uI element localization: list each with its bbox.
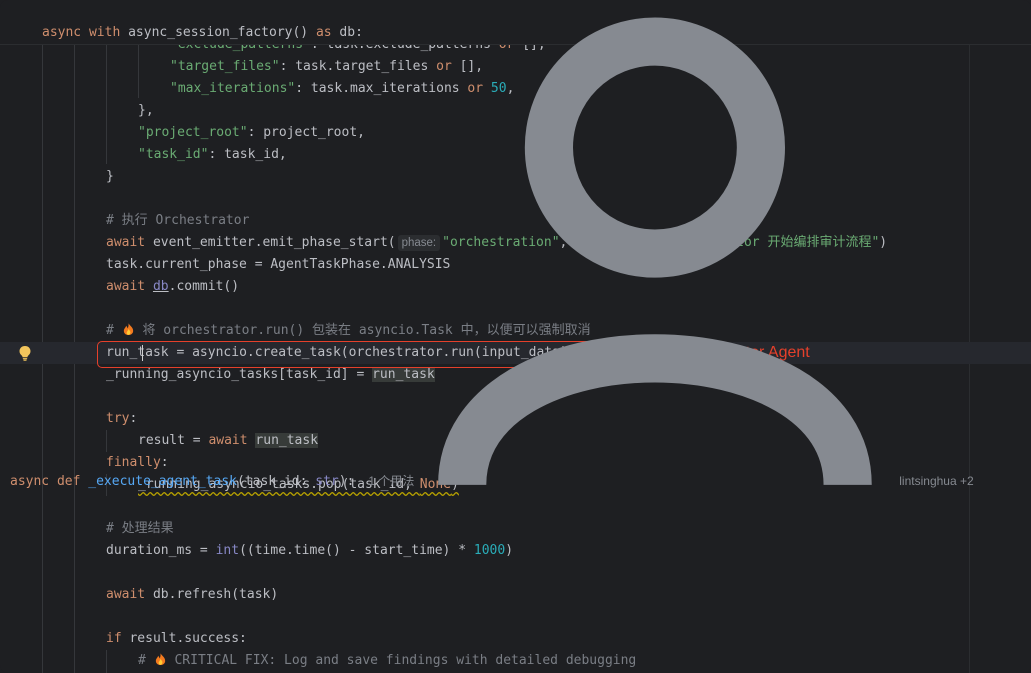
code-line[interactable]: # 执行 Orchestrator xyxy=(106,210,249,232)
indent-guide xyxy=(106,430,107,452)
keyword-try: try xyxy=(106,411,130,426)
code-line[interactable]: await db.commit() xyxy=(106,276,239,298)
db-target: db: xyxy=(331,25,363,40)
indent-guide xyxy=(106,650,107,673)
code-line[interactable]: await db.refresh(task) xyxy=(106,584,278,606)
code-line[interactable]: duration_ms = int((time.time() - start_t… xyxy=(106,540,513,562)
comment: CRITICAL FIX: Log and save findings with… xyxy=(166,653,637,668)
fire-icon xyxy=(155,653,165,666)
keyword-as: as xyxy=(315,25,332,40)
dict-key: "task_id" xyxy=(138,147,209,162)
keyword-await: await xyxy=(106,235,146,250)
keyword-finally: finally xyxy=(106,455,161,470)
code-text: result = xyxy=(138,433,209,448)
dict-key: "project_root" xyxy=(138,125,248,140)
code-text: : task.target_files xyxy=(279,59,437,74)
sticky-scroll-header: async def _execute_agent_task(task_id: s… xyxy=(0,0,1031,489)
comment: # 执行 Orchestrator xyxy=(106,213,250,228)
code-text: : xyxy=(129,411,138,426)
code-text: db.refresh(task) xyxy=(145,587,279,602)
code-line[interactable]: try: xyxy=(106,408,137,430)
code-line[interactable]: if result.success: xyxy=(106,628,247,650)
code-text: : project_root, xyxy=(247,125,365,140)
keyword-async-with: async with xyxy=(42,25,121,40)
code-line[interactable]: } xyxy=(106,166,114,188)
code-text: ((time.time() - start_time) * xyxy=(239,543,474,558)
code-text: event_emitter.emit_phase_start( xyxy=(145,235,396,250)
fire-icon xyxy=(123,323,133,336)
code-editor[interactable]: async def _execute_agent_task(task_id: s… xyxy=(0,0,1031,673)
code-text: ) xyxy=(505,543,514,558)
code-line[interactable]: "project_root": project_root, xyxy=(138,122,365,144)
params-open: (task_id: xyxy=(237,473,316,489)
code-line[interactable]: # 处理结果 xyxy=(106,518,174,540)
async-with-line[interactable]: async with async_session_factory() as db… xyxy=(42,24,363,42)
code-text: result.success: xyxy=(121,631,247,646)
indent-guide xyxy=(106,44,107,164)
identifier-highlight: run_task xyxy=(255,433,319,448)
code-line[interactable]: result = await run_task xyxy=(138,430,319,452)
keyword-await: await xyxy=(106,279,146,294)
code-text: }, xyxy=(138,103,154,118)
params-close: ): xyxy=(338,473,355,489)
lightbulb-icon[interactable] xyxy=(18,345,32,361)
dict-key: "target_files" xyxy=(170,59,280,74)
user-icon xyxy=(438,17,873,487)
keyword-if: if xyxy=(106,631,122,646)
keyword-await: await xyxy=(106,587,146,602)
code-text: : task_id, xyxy=(208,147,287,162)
db-reference[interactable]: db xyxy=(153,279,169,294)
code-line[interactable]: # CRITICAL FIX: Log and save findings wi… xyxy=(138,650,636,672)
number-literal: 1000 xyxy=(473,543,506,558)
builtin-int: int xyxy=(215,543,240,558)
keyword-await: await xyxy=(208,433,248,448)
comment: # 处理结果 xyxy=(106,521,174,536)
code-line[interactable]: }, xyxy=(138,100,154,122)
comment: # xyxy=(138,653,154,668)
code-line[interactable]: finally: xyxy=(106,452,169,474)
function-signature-line[interactable]: async def _execute_agent_task(task_id: s… xyxy=(10,3,974,489)
usages-hint[interactable]: 1 个用法 xyxy=(368,474,414,488)
param-type: str xyxy=(315,473,339,489)
dict-key: "max_iterations" xyxy=(170,81,296,96)
keyword-async-def: async def xyxy=(10,473,81,489)
function-name[interactable]: _execute_agent_task xyxy=(88,474,237,489)
code-text: duration_ms = xyxy=(106,543,216,558)
indent-guide xyxy=(138,44,139,98)
code-text: .commit() xyxy=(168,279,240,294)
code-text: _running_asyncio_tasks[task_id] = xyxy=(106,367,373,382)
code-line[interactable]: "task_id": task_id, xyxy=(138,144,287,166)
code-text: } xyxy=(106,169,114,184)
code-text: task.current_phase = AgentTaskPhase.ANAL… xyxy=(106,257,451,272)
code-text: : xyxy=(160,455,169,470)
code-line[interactable]: task.current_phase = AgentTaskPhase.ANAL… xyxy=(106,254,450,276)
authors-hint[interactable]: lintsinghua +2 xyxy=(899,474,973,488)
session-factory-call: async_session_factory() xyxy=(120,25,316,40)
comment: # xyxy=(106,323,122,338)
